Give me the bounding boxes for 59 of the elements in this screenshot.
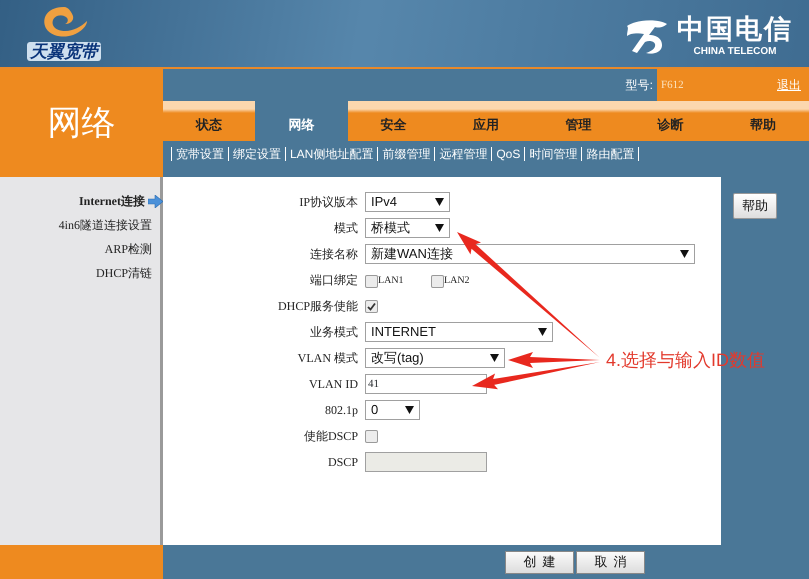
help-button[interactable]: 帮助 <box>733 193 777 218</box>
field-label: DSCP <box>326 454 358 471</box>
sidebar-item[interactable]: Internet连接 <box>79 192 145 210</box>
field-label: 连接名称 <box>309 246 358 263</box>
caret-icon <box>680 250 689 258</box>
field-label: 模式 <box>333 220 358 237</box>
sidebar-item[interactable]: ARP检测 <box>104 240 152 258</box>
checkbox[interactable] <box>365 430 378 442</box>
subnav-link[interactable]: LAN侧地址配置 <box>285 147 378 161</box>
arrow-icon <box>148 194 163 208</box>
company-logo-text: 中国电信 <box>677 16 793 43</box>
nav-tab[interactable]: 帮助 <box>716 101 809 141</box>
subnav-link[interactable]: 绑定设置 <box>228 147 285 161</box>
field-label: VLAN 模式 <box>296 350 358 367</box>
subnav-link[interactable]: 宽带设置 <box>171 147 228 161</box>
checkbox[interactable] <box>431 274 444 288</box>
dropdown[interactable]: INTERNET <box>365 322 553 342</box>
dropdown[interactable]: 桥模式 <box>365 218 450 238</box>
section-title: 网络 <box>48 102 116 144</box>
checkbox[interactable] <box>365 300 378 312</box>
subnav-link[interactable]: 时间管理 <box>524 147 582 161</box>
field-label: 802.1p <box>324 402 358 419</box>
brand-name: 天翼宽带 <box>27 42 101 61</box>
field-label: IP协议版本 <box>298 194 358 211</box>
field-label: VLAN ID <box>308 376 358 393</box>
action-button[interactable]: 创建 <box>505 550 574 574</box>
input-field[interactable]: 41 <box>365 374 487 394</box>
caret-icon <box>405 406 414 414</box>
telecom-logo-icon <box>625 18 669 56</box>
field-label: 业务模式 <box>309 324 358 341</box>
subnav-link[interactable]: 远程管理 <box>434 147 492 161</box>
subnav-link[interactable]: 路由配置 <box>581 147 640 161</box>
annotation-text: 4.选择与输入ID数值 <box>606 349 766 371</box>
sidebar-item[interactable]: DHCP清链 <box>96 264 152 282</box>
nav-tab[interactable]: 应用 <box>440 101 532 141</box>
action-button[interactable]: 取消 <box>576 550 645 574</box>
subnav-link[interactable]: 前缀管理 <box>377 147 434 161</box>
dropdown[interactable]: 新建WAN连接 <box>365 244 695 264</box>
checkbox[interactable] <box>365 274 378 288</box>
field-label: 端口绑定 <box>309 272 358 289</box>
dropdown[interactable]: 0 <box>365 400 420 420</box>
subnav-link[interactable]: QoS <box>491 147 524 161</box>
field-label: DHCP服务使能 <box>276 298 358 315</box>
model-value: F612 <box>661 78 684 93</box>
nav-tab[interactable]: 管理 <box>532 101 624 141</box>
sidebar-item[interactable]: 4in6隧道连接设置 <box>58 216 152 234</box>
caret-icon <box>435 198 444 206</box>
checkbox-label: LAN1 <box>378 274 404 288</box>
nav-tab[interactable]: 诊断 <box>624 101 717 141</box>
model-label: 型号: <box>626 77 653 94</box>
checkbox-label: LAN2 <box>444 274 470 288</box>
nav-tab[interactable]: 状态 <box>163 101 256 141</box>
dropdown[interactable]: IPv4 <box>365 192 450 212</box>
company-logo-subtitle: CHINA TELECOM <box>694 47 776 57</box>
nav-tab[interactable]: 安全 <box>348 101 440 141</box>
caret-icon <box>435 224 444 232</box>
field-label: 使能DSCP <box>302 428 358 445</box>
dropdown[interactable]: 改写(tag) <box>365 348 505 368</box>
caret-icon <box>538 328 547 336</box>
